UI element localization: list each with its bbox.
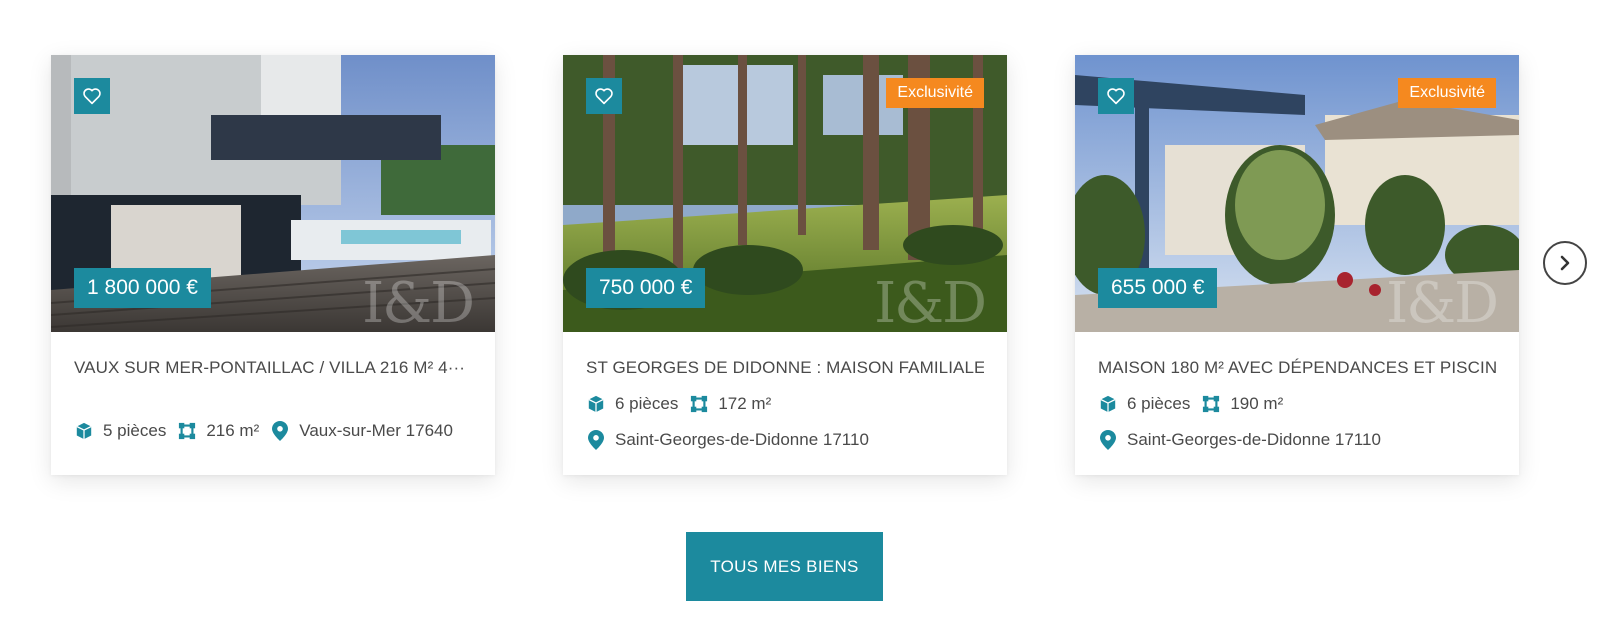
listing-features: 6 pièces 172 m² — [586, 394, 782, 414]
all-listings-button[interactable]: TOUS MES BIENS — [686, 532, 883, 601]
heart-icon — [83, 88, 101, 105]
listing-photo[interactable]: I&D 1 800 000 € — [51, 55, 495, 332]
location-text: Saint-Georges-de-Didonne 17110 — [1127, 430, 1381, 449]
listing-title[interactable]: VAUX SUR MER-PONTAILLAC / VILLA 216 M² 4… — [74, 358, 472, 378]
cube-icon — [74, 421, 94, 441]
listing-card[interactable]: I&D Exclusivité 655 000 € MAISON 180 M² … — [1075, 55, 1519, 475]
price-tag: 1 800 000 € — [74, 268, 211, 308]
listing-features: 6 pièces 190 m² — [1098, 394, 1294, 414]
map-pin-icon — [1098, 430, 1118, 450]
listing-location: Saint-Georges-de-Didonne 17110 — [1098, 430, 1392, 450]
heart-icon — [595, 88, 613, 105]
heart-icon — [1107, 88, 1125, 105]
surface-icon — [1201, 394, 1221, 414]
area-value: 190 m² — [1230, 394, 1284, 413]
surface-icon — [177, 421, 197, 441]
brand-watermark: I&D — [1386, 271, 1499, 332]
listing-location: Saint-Georges-de-Didonne 17110 — [586, 430, 880, 450]
rooms-count: 6 pièces — [615, 394, 679, 413]
area-value: 216 m² — [206, 421, 260, 440]
exclusivity-badge: Exclusivité — [1398, 78, 1496, 108]
listing-title[interactable]: MAISON 180 M² AVEC DÉPENDANCES ET PISCIN… — [1098, 358, 1496, 378]
favorite-button[interactable] — [74, 78, 110, 114]
price-tag: 750 000 € — [586, 268, 706, 308]
rooms-count: 5 pièces — [103, 421, 167, 440]
listing-card[interactable]: I&D 1 800 000 € VAUX SUR MER-PONTAILLAC … — [51, 55, 495, 475]
cube-icon — [586, 394, 606, 414]
listing-card[interactable]: I&D Exclusivité 750 000 € ST GEORGES DE … — [563, 55, 1007, 475]
listing-photo[interactable]: I&D Exclusivité 750 000 € — [563, 55, 1007, 332]
listing-features: 5 pièces 216 m² Vaux-sur-Mer 17640 — [74, 421, 464, 441]
map-pin-icon — [586, 430, 606, 450]
map-pin-icon — [270, 421, 290, 441]
location-text: Saint-Georges-de-Didonne 17110 — [615, 430, 869, 449]
favorite-button[interactable] — [1098, 78, 1134, 114]
carousel-next-button[interactable] — [1543, 241, 1587, 285]
exclusivity-badge: Exclusivité — [886, 78, 984, 108]
cube-icon — [1098, 394, 1118, 414]
surface-icon — [689, 394, 709, 414]
brand-watermark: I&D — [362, 271, 475, 332]
listings-carousel: I&D 1 800 000 € VAUX SUR MER-PONTAILLAC … — [0, 0, 1600, 500]
area-value: 172 m² — [718, 394, 772, 413]
favorite-button[interactable] — [586, 78, 622, 114]
listing-title[interactable]: ST GEORGES DE DIDONNE : MAISON FAMILIALE… — [586, 358, 984, 378]
brand-watermark: I&D — [874, 271, 987, 332]
chevron-right-icon — [1560, 255, 1570, 271]
listing-photo[interactable]: I&D Exclusivité 655 000 € — [1075, 55, 1519, 332]
rooms-count: 6 pièces — [1127, 394, 1191, 413]
location-text: Vaux-sur-Mer 17640 — [299, 421, 453, 440]
price-tag: 655 000 € — [1098, 268, 1218, 308]
